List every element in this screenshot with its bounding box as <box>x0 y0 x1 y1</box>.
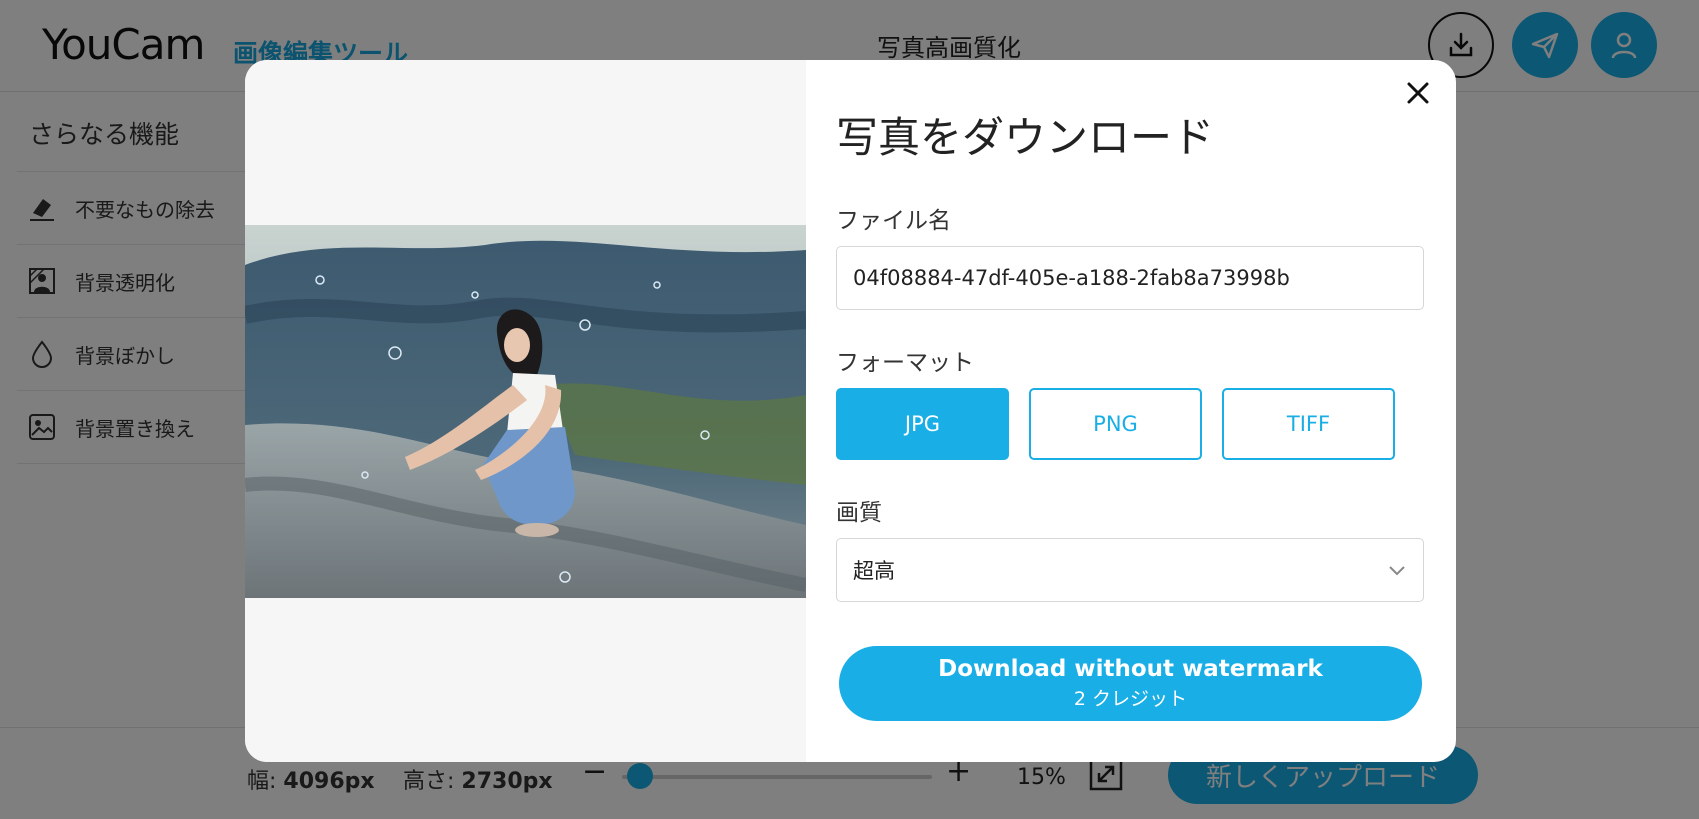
download-dialog: 写真をダウンロード ファイル名 フォーマット JPG PNG TIFF 画質 超… <box>245 60 1456 762</box>
chevron-down-icon <box>1389 566 1405 576</box>
close-button[interactable] <box>1403 78 1433 108</box>
format-tiff-button[interactable]: TIFF <box>1222 388 1395 460</box>
dialog-title: 写真をダウンロード <box>836 113 1215 162</box>
format-png-button[interactable]: PNG <box>1029 388 1202 460</box>
format-label: フォーマット <box>836 350 974 376</box>
download-button-label: Download without watermark <box>938 656 1323 682</box>
filename-label: ファイル名 <box>836 208 951 234</box>
format-jpg-button[interactable]: JPG <box>836 388 1009 460</box>
quality-label: 画質 <box>836 500 882 526</box>
quality-value: 超高 <box>853 559 895 583</box>
quality-select[interactable]: 超高 <box>836 538 1424 602</box>
preview-pane <box>245 60 806 762</box>
download-without-watermark-button[interactable]: Download without watermark 2 クレジット <box>839 646 1422 721</box>
filename-input[interactable] <box>836 246 1424 310</box>
preview-photo <box>245 225 806 598</box>
close-icon <box>1407 82 1429 104</box>
download-form: 写真をダウンロード ファイル名 フォーマット JPG PNG TIFF 画質 超… <box>806 60 1456 762</box>
credit-cost: 2 クレジット <box>1073 688 1188 710</box>
